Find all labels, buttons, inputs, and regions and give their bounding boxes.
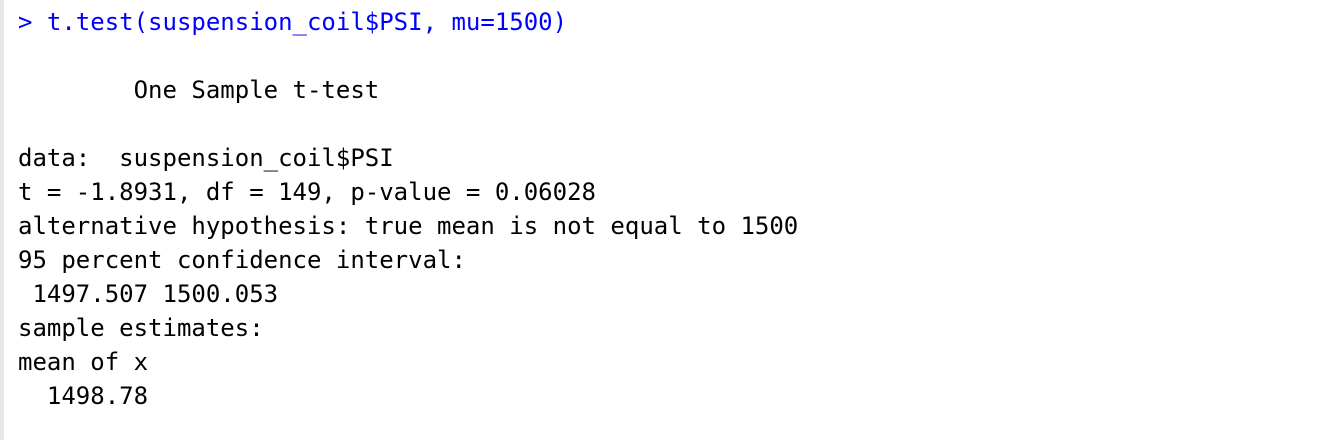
output-estimate-value: 1498.78 <box>18 382 149 410</box>
test-title: One Sample t-test <box>18 76 380 104</box>
r-console: > t.test(suspension_coil$PSI, mu=1500) O… <box>18 5 798 413</box>
output-ci-label: 95 percent confidence interval: <box>18 246 466 274</box>
output-estimates-label: sample estimates: <box>18 314 264 342</box>
output-statistics: t = -1.8931, df = 149, p-value = 0.06028 <box>18 178 596 206</box>
output-estimate-name: mean of x <box>18 348 149 376</box>
output-ci-values: 1497.507 1500.053 <box>18 280 279 308</box>
output-hypothesis: alternative hypothesis: true mean is not… <box>18 212 799 240</box>
console-gutter <box>0 0 4 440</box>
console-command: > t.test(suspension_coil$PSI, mu=1500) <box>18 8 568 36</box>
output-data: data: suspension_coil$PSI <box>18 144 394 172</box>
